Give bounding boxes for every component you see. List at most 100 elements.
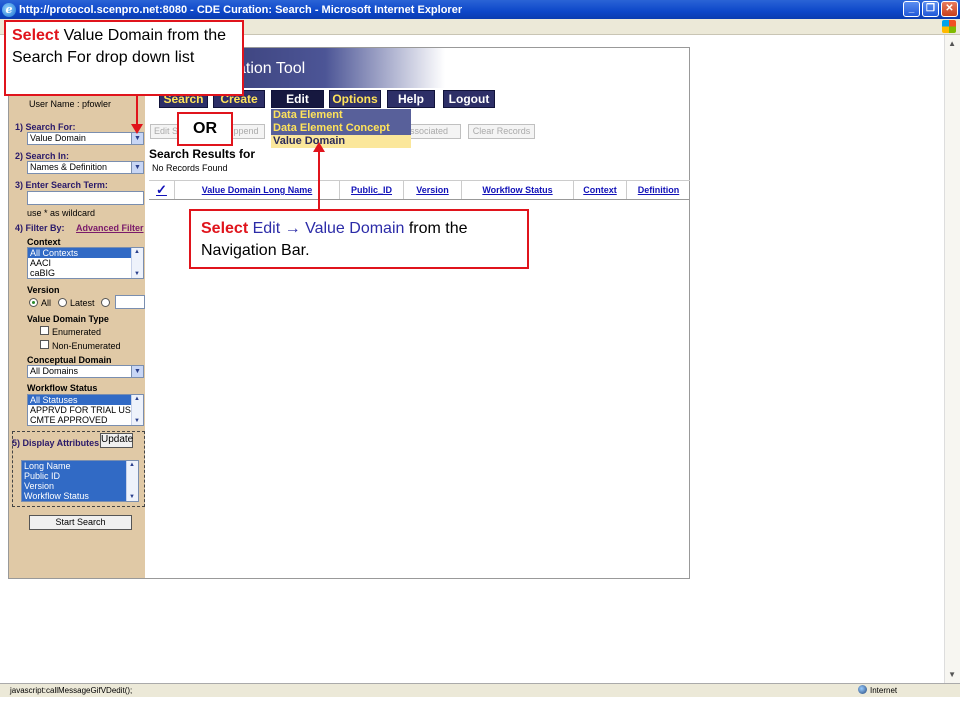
list-item[interactable]: caBIG (28, 268, 143, 278)
curation-tool-app: User Name : pfowler 1) Search For: Value… (8, 47, 690, 579)
enumerated-checkbox[interactable] (40, 326, 49, 335)
close-icon[interactable]: ✕ (941, 1, 958, 17)
bottom-area (0, 697, 960, 720)
callout-arrow-line (318, 150, 320, 210)
instruction-callout-search-for: Select Value Domain from the Search For … (4, 20, 244, 96)
list-item[interactable]: Public ID (22, 471, 138, 481)
or-callout: OR (177, 112, 233, 146)
search-in-value: Names & Definition (30, 162, 108, 172)
context-listbox[interactable]: All Contexts AACI caBIG ▲ ▼ (27, 247, 144, 279)
no-records-text: No Records Found (152, 163, 228, 173)
search-for-value: Value Domain (30, 133, 86, 143)
edit-dropdown-menu: Data Element Data Element Concept Value … (271, 109, 411, 148)
list-item[interactable]: APPRVD FOR TRIAL USE (28, 405, 143, 415)
window-title-bar: e http://protocol.scenpro.net:8080 - CDE… (0, 0, 960, 19)
menu-item-data-element[interactable]: Data Element (271, 109, 411, 122)
scroll-down-icon[interactable]: ▼ (948, 670, 956, 679)
version-latest-label: Latest (70, 298, 95, 308)
column-header-long-name[interactable]: Value Domain Long Name (175, 181, 340, 199)
conceptual-domain-value: All Domains (30, 366, 79, 376)
security-zone: Internet (858, 684, 897, 697)
list-item[interactable]: All Statuses (28, 395, 143, 405)
column-header-definition[interactable]: Definition (627, 181, 690, 199)
list-item[interactable]: AACI (28, 258, 143, 268)
search-results-title: Search Results for (149, 147, 256, 161)
nav-help[interactable]: Help (387, 90, 435, 108)
page-scrollbar[interactable]: ▲ ▼ (944, 35, 960, 683)
search-in-select[interactable]: Names & Definition ▼ (27, 161, 144, 174)
list-item[interactable]: Workflow Status (22, 491, 138, 501)
select-all-check-icon[interactable]: ✓ (149, 181, 175, 199)
callout-edit-keyword: Edit (252, 220, 281, 237)
search-term-label: 3) Enter Search Term: (15, 180, 108, 190)
instruction-callout-edit-menu: Select Edit → Value Domain from the Navi… (189, 209, 529, 269)
enumerated-label: Enumerated (52, 327, 102, 337)
version-all-label: All (41, 298, 52, 308)
list-item[interactable]: Long Name (22, 461, 138, 471)
arrow-up-icon (313, 142, 325, 152)
column-header-public-id[interactable]: Public_ID (340, 181, 404, 199)
list-item[interactable]: CMTE APPROVED (28, 415, 143, 425)
non-enumerated-label: Non-Enumerated (52, 341, 121, 351)
vd-type-label: Value Domain Type (27, 314, 109, 324)
listbox-scrollbar[interactable]: ▲ ▼ (126, 461, 138, 501)
arrow-down-icon (131, 124, 143, 134)
advanced-filter-link[interactable]: Advanced Filter (76, 223, 144, 233)
menu-item-value-domain[interactable]: Value Domain (271, 135, 411, 148)
version-latest-radio[interactable] (58, 298, 67, 307)
list-item[interactable]: Version (22, 481, 138, 491)
clear-records-button[interactable]: Clear Records (468, 124, 535, 139)
listbox-scrollbar[interactable]: ▲ ▼ (131, 395, 143, 425)
display-attributes-listbox[interactable]: Long Name Public ID Version Workflow Sta… (21, 460, 139, 502)
callout-select-keyword: Select (201, 220, 249, 237)
callout-select-keyword: Select (12, 27, 60, 44)
restore-icon[interactable]: ❐ (922, 1, 939, 17)
context-label: Context (27, 237, 61, 247)
callout-value-domain-keyword: Value Domain (305, 220, 405, 237)
version-label: Version (27, 285, 60, 295)
windows-logo-icon (942, 20, 956, 33)
scroll-up-icon[interactable]: ▲ (948, 39, 956, 48)
wildcard-hint: use * as wildcard (27, 208, 96, 218)
non-enumerated-checkbox[interactable] (40, 340, 49, 349)
conceptual-domain-select[interactable]: All Domains ▼ (27, 365, 144, 378)
filter-by-label: 4) Filter By: (15, 223, 65, 233)
chevron-down-icon[interactable]: ▼ (131, 366, 143, 377)
callout-arrow-icon: → (284, 220, 301, 237)
search-panel: User Name : pfowler 1) Search For: Value… (9, 48, 145, 578)
globe-icon (858, 685, 867, 694)
listbox-scrollbar[interactable]: ▲ ▼ (131, 248, 143, 278)
chevron-down-icon[interactable]: ▼ (131, 133, 143, 144)
workflow-status-listbox[interactable]: All Statuses APPRVD FOR TRIAL USE CMTE A… (27, 394, 144, 426)
status-text: javascript:callMessageGifVDedit(); (10, 686, 133, 695)
start-search-button[interactable]: Start Search (29, 515, 132, 530)
search-for-select[interactable]: Value Domain ▼ (27, 132, 144, 145)
conceptual-domain-label: Conceptual Domain (27, 355, 112, 365)
window-controls: _ ❐ ✕ (903, 1, 958, 17)
display-attributes-label: 5) Display Attributes: (12, 438, 103, 448)
list-item[interactable]: All Contexts (28, 248, 143, 258)
nav-options[interactable]: Options (329, 90, 381, 108)
menu-item-data-element-concept[interactable]: Data Element Concept (271, 122, 411, 135)
column-header-context[interactable]: Context (574, 181, 627, 199)
workflow-status-label: Workflow Status (27, 383, 98, 393)
user-name: User Name : pfowler (29, 99, 112, 109)
column-header-workflow-status[interactable]: Workflow Status (462, 181, 574, 199)
update-button[interactable]: Update (100, 433, 133, 448)
results-table-header: ✓ Value Domain Long Name Public_ID Versi… (149, 180, 690, 200)
search-in-label: 2) Search In: (15, 151, 70, 161)
banner-title: ation Tool (237, 60, 306, 77)
nav-logout[interactable]: Logout (443, 90, 495, 108)
version-other-radio[interactable] (101, 298, 110, 307)
search-for-label: 1) Search For: (15, 122, 76, 132)
column-header-version[interactable]: Version (404, 181, 462, 199)
chevron-down-icon[interactable]: ▼ (131, 162, 143, 173)
version-input[interactable] (115, 295, 145, 309)
internet-explorer-icon: e (2, 2, 16, 17)
callout-arrow-line (136, 96, 138, 126)
search-term-input[interactable] (27, 191, 144, 205)
version-all-radio[interactable] (29, 298, 38, 307)
window-title: http://protocol.scenpro.net:8080 - CDE C… (19, 3, 463, 16)
minimize-icon[interactable]: _ (903, 1, 920, 17)
nav-edit[interactable]: Edit (271, 90, 324, 108)
